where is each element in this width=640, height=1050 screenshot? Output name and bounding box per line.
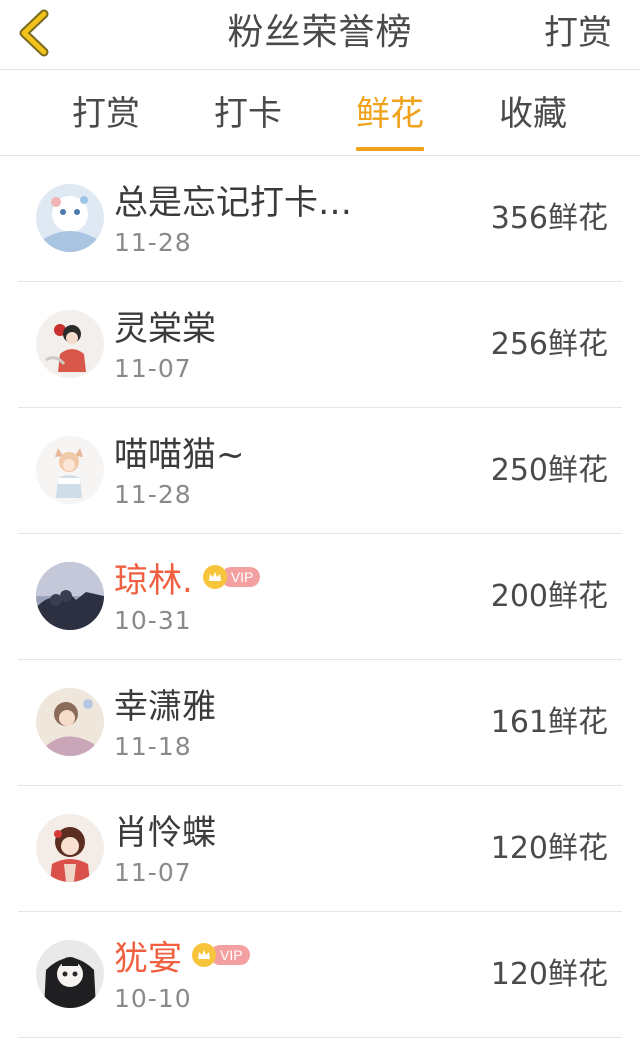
avatar — [36, 940, 104, 1008]
user-name: 肖怜蝶 — [114, 812, 216, 853]
top-bar: 粉丝荣誉榜 打赏 — [0, 0, 640, 70]
reward-button[interactable]: 打赏 — [544, 0, 612, 69]
tab-checkin[interactable]: 打卡 — [214, 70, 282, 155]
flower-count: 200鲜花 — [490, 579, 608, 614]
avatar — [36, 184, 104, 252]
user-name: 琼林. — [114, 560, 193, 601]
flower-count: 120鲜花 — [490, 957, 608, 992]
date: 11-28 — [114, 228, 192, 257]
list-item[interactable]: 总是忘记打卡… 11-28 356鲜花 — [18, 156, 622, 282]
date: 10-31 — [114, 606, 192, 635]
crown-icon — [202, 565, 227, 589]
user-name: 喵喵猫~ — [114, 434, 245, 475]
flower-count: 356鲜花 — [490, 201, 608, 236]
flower-count: 250鲜花 — [490, 453, 608, 488]
tab-flowers[interactable]: 鲜花 — [356, 70, 424, 155]
vip-badge: VIP — [192, 942, 250, 968]
flower-count: 256鲜花 — [490, 327, 608, 362]
date: 10-10 — [114, 984, 192, 1013]
tab-favorites[interactable]: 收藏 — [499, 70, 567, 155]
list-item[interactable]: 幸潇雅 11-18 161鲜花 — [18, 660, 622, 786]
tab-label: 鲜花 — [356, 94, 424, 134]
list-item[interactable]: 喵喵猫~ 11-28 250鲜花 — [18, 408, 622, 534]
date: 11-18 — [114, 732, 192, 761]
list-item[interactable]: 灵棠棠 11-07 256鲜花 — [18, 282, 622, 408]
fan-ranking-list: 总是忘记打卡… 11-28 356鲜花 灵棠棠 11-07 256鲜花 喵喵猫~… — [0, 156, 640, 1038]
list-item[interactable]: 肖怜蝶 11-07 120鲜花 — [18, 786, 622, 912]
date: 11-07 — [114, 858, 192, 887]
tab-label: 收藏 — [499, 94, 567, 134]
avatar — [36, 688, 104, 756]
avatar — [36, 436, 104, 504]
list-item[interactable]: 犹宴 VIP 10-10 120鲜花 — [18, 912, 622, 1038]
avatar — [36, 562, 104, 630]
list-item[interactable]: 琼林. VIP 10-31 200鲜花 — [18, 534, 622, 660]
tab-label: 打卡 — [214, 94, 282, 134]
user-name: 灵棠棠 — [114, 308, 216, 349]
avatar — [36, 310, 104, 378]
user-name: 总是忘记打卡… — [114, 182, 352, 223]
tab-reward[interactable]: 打赏 — [72, 70, 140, 155]
date: 11-07 — [114, 354, 192, 383]
date: 11-28 — [114, 480, 192, 509]
flower-count: 161鲜花 — [490, 705, 608, 740]
user-name: 犹宴 — [114, 938, 182, 979]
crown-icon — [192, 943, 216, 967]
active-tab-indicator — [356, 147, 424, 151]
tab-label: 打赏 — [72, 94, 140, 134]
tab-bar: 打赏 打卡 鲜花 收藏 — [0, 70, 640, 156]
flower-count: 120鲜花 — [490, 831, 608, 866]
avatar — [36, 814, 104, 882]
user-name: 幸潇雅 — [114, 686, 216, 727]
vip-badge: VIP — [202, 564, 261, 590]
